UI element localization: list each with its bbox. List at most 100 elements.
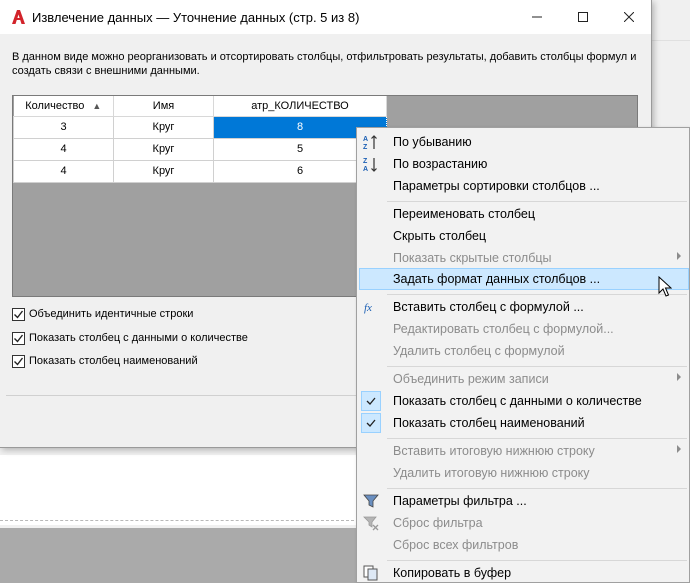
column-context-menu: AZ По убыванию ZA По возрастанию Парамет… bbox=[356, 127, 690, 583]
menu-item-label: Параметры фильтра ... bbox=[393, 494, 527, 508]
page-description: В данном виде можно реорганизовать и отс… bbox=[12, 51, 637, 77]
minimize-icon bbox=[532, 16, 542, 18]
svg-text:Z: Z bbox=[363, 158, 368, 165]
maximize-icon bbox=[578, 12, 588, 22]
show-name-column-checkbox[interactable]: Показать столбец наименований bbox=[12, 353, 198, 369]
table-cell[interactable]: Круг bbox=[113, 159, 214, 183]
menu-item-label: Показать столбец наименований bbox=[393, 416, 585, 430]
menu-item-combine-record-mode[interactable]: Объединить режим записи bbox=[359, 368, 689, 390]
column-header-quantity[interactable]: Количество ▲ bbox=[13, 96, 114, 117]
table-cell[interactable]: Круг bbox=[113, 137, 214, 161]
maximize-button[interactable] bbox=[560, 0, 606, 34]
column-header-label: Количество bbox=[25, 99, 85, 112]
filter-icon bbox=[362, 492, 380, 510]
menu-separator bbox=[387, 488, 687, 489]
check-icon bbox=[361, 413, 381, 433]
menu-item-set-column-format[interactable]: Задать формат данных столбцов ... bbox=[359, 268, 689, 290]
clear-filter-icon bbox=[362, 514, 380, 532]
menu-item-label: Показать столбец с данными о количестве bbox=[393, 394, 642, 408]
menu-item-sort-descending[interactable]: AZ По убыванию bbox=[359, 131, 689, 153]
checkbox-box[interactable] bbox=[12, 307, 25, 321]
menu-item-label: Редактировать столбец с формулой... bbox=[393, 322, 614, 336]
menu-item-show-hidden-columns[interactable]: Показать скрытые столбцы bbox=[359, 247, 689, 269]
checkbox-label: Показать столбец наименований bbox=[29, 355, 198, 367]
title-bar[interactable]: Извлечение данных — Уточнение данных (ст… bbox=[0, 0, 651, 34]
menu-item-label: Удалить столбец с формулой bbox=[393, 344, 565, 358]
checkbox-label: Объединить идентичные строки bbox=[29, 308, 194, 320]
column-header-name[interactable]: Имя bbox=[113, 96, 214, 117]
close-button[interactable] bbox=[606, 0, 652, 34]
menu-item-sort-ascending[interactable]: ZA По возрастанию bbox=[359, 153, 689, 175]
submenu-arrow-icon bbox=[677, 252, 681, 260]
menu-item-filter-options[interactable]: Параметры фильтра ... bbox=[359, 490, 689, 512]
background-panel-strip bbox=[652, 40, 690, 128]
table-header-row: Количество ▲ Имя атр_КОЛИЧЕСТВО bbox=[13, 96, 387, 117]
menu-item-show-name-column[interactable]: Показать столбец наименований bbox=[359, 412, 689, 434]
check-icon bbox=[361, 391, 381, 411]
menu-item-label: Задать формат данных столбцов ... bbox=[393, 272, 601, 286]
window-title: Извлечение данных — Уточнение данных (ст… bbox=[32, 10, 360, 25]
table-cell[interactable]: Круг bbox=[113, 115, 214, 139]
checkbox-label: Показать столбец с данными о количестве bbox=[29, 332, 248, 344]
table-row: 4 Круг 6 bbox=[13, 159, 387, 183]
sort-ascending-icon: ZA bbox=[362, 155, 380, 173]
checkmark-icon bbox=[14, 310, 24, 319]
column-header-attr-quantity[interactable]: атр_КОЛИЧЕСТВО bbox=[213, 96, 387, 117]
menu-item-copy-to-clipboard[interactable]: Копировать в буфер bbox=[359, 562, 689, 583]
table-cell[interactable]: 3 bbox=[13, 115, 114, 139]
menu-item-show-quantity-column[interactable]: Показать столбец с данными о количестве bbox=[359, 390, 689, 412]
checkbox-box[interactable] bbox=[12, 354, 25, 368]
close-icon bbox=[624, 12, 634, 22]
menu-item-label: Переименовать столбец bbox=[393, 207, 536, 221]
menu-item-label: Показать скрытые столбцы bbox=[393, 251, 552, 265]
sort-ascending-indicator-icon: ▲ bbox=[92, 100, 102, 111]
menu-item-delete-total-row[interactable]: Удалить итоговую нижнюю строку bbox=[359, 462, 689, 484]
menu-item-label: Сброс всех фильтров bbox=[393, 538, 519, 552]
menu-item-delete-formula-column[interactable]: Удалить столбец с формулой bbox=[359, 340, 689, 362]
menu-separator bbox=[387, 201, 687, 202]
menu-item-label: Скрыть столбец bbox=[393, 229, 487, 243]
menu-item-label: Копировать в буфер bbox=[393, 566, 512, 580]
svg-text:A: A bbox=[363, 136, 368, 143]
copy-icon bbox=[362, 564, 380, 582]
mouse-pointer-icon bbox=[658, 276, 672, 297]
menu-item-label: Удалить итоговую нижнюю строку bbox=[393, 466, 590, 480]
menu-item-label: Сброс фильтра bbox=[393, 516, 483, 530]
table-row: 4 Круг 5 bbox=[13, 137, 387, 161]
menu-separator bbox=[387, 366, 687, 367]
svg-text:Z: Z bbox=[363, 144, 368, 150]
svg-text:fx: fx bbox=[364, 302, 372, 314]
table-cell[interactable]: 4 bbox=[13, 159, 114, 183]
submenu-arrow-icon bbox=[677, 445, 681, 453]
menu-item-reset-filter[interactable]: Сброс фильтра bbox=[359, 512, 689, 534]
menu-item-edit-formula-column[interactable]: Редактировать столбец с формулой... bbox=[359, 318, 689, 340]
checkbox-box[interactable] bbox=[12, 331, 25, 345]
checkmark-icon bbox=[14, 334, 24, 343]
menu-item-insert-formula-column[interactable]: fx Вставить столбец с формулой ... bbox=[359, 296, 689, 318]
menu-item-label: Вставить столбец с формулой ... bbox=[393, 300, 584, 314]
sort-descending-icon: AZ bbox=[362, 133, 380, 151]
checkmark-icon bbox=[14, 357, 24, 366]
menu-item-hide-column[interactable]: Скрыть столбец bbox=[359, 225, 689, 247]
menu-item-label: Параметры сортировки столбцов ... bbox=[393, 179, 600, 193]
svg-text:A: A bbox=[363, 166, 368, 172]
menu-separator bbox=[387, 560, 687, 561]
table-row: 3 Круг 8 bbox=[13, 115, 387, 139]
minimize-button[interactable] bbox=[514, 0, 560, 34]
menu-item-sort-options[interactable]: Параметры сортировки столбцов ... bbox=[359, 175, 689, 197]
menu-separator bbox=[387, 294, 687, 295]
combine-identical-rows-checkbox[interactable]: Объединить идентичные строки bbox=[12, 306, 193, 322]
show-quantity-column-checkbox[interactable]: Показать столбец с данными о количестве bbox=[12, 330, 248, 346]
menu-item-label: По убыванию bbox=[393, 135, 472, 149]
autocad-logo-icon bbox=[12, 10, 25, 24]
menu-item-reset-all-filters[interactable]: Сброс всех фильтров bbox=[359, 534, 689, 556]
formula-icon: fx bbox=[362, 298, 380, 316]
data-table: Количество ▲ Имя атр_КОЛИЧЕСТВО 3 Круг 8 … bbox=[13, 96, 387, 183]
submenu-arrow-icon bbox=[677, 373, 681, 381]
menu-item-label: Вставить итоговую нижнюю строку bbox=[393, 444, 595, 458]
menu-separator bbox=[387, 438, 687, 439]
menu-item-rename-column[interactable]: Переименовать столбец bbox=[359, 203, 689, 225]
menu-item-insert-total-row[interactable]: Вставить итоговую нижнюю строку bbox=[359, 440, 689, 462]
table-cell[interactable]: 4 bbox=[13, 137, 114, 161]
menu-item-label: Объединить режим записи bbox=[393, 372, 549, 386]
